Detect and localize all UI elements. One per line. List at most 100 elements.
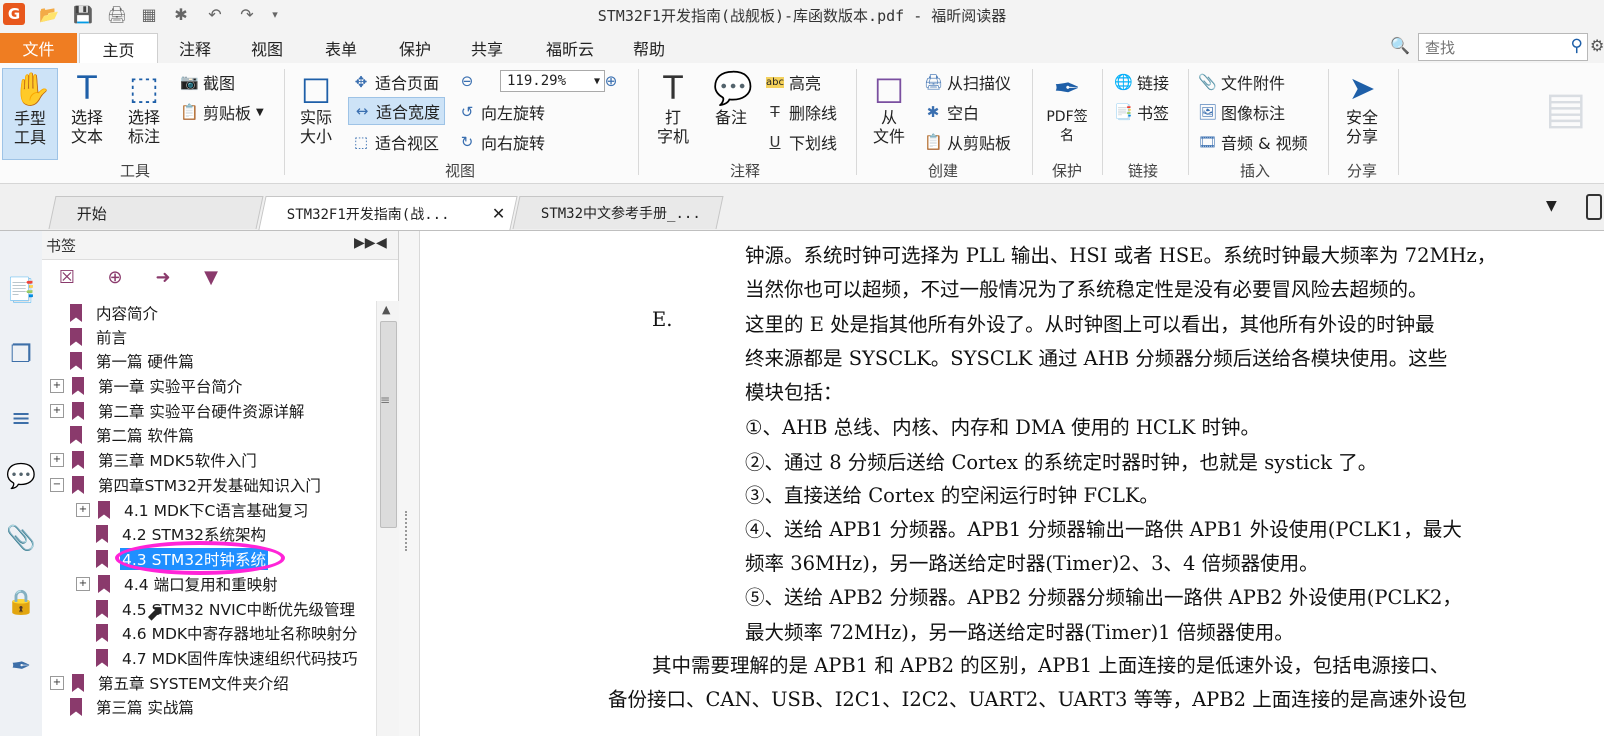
- clipboard-icon: 📋: [924, 133, 943, 151]
- doc-tab-stm32-reference[interactable]: STM32中文参考手册_...: [512, 196, 724, 229]
- rotate-left-button[interactable]: ↺ 向左旋转: [458, 99, 545, 125]
- tab-form[interactable]: 表单: [306, 34, 376, 62]
- bookmark-item[interactable]: 内容简介: [70, 301, 160, 325]
- delete-bookmark-icon[interactable]: ☒: [56, 267, 78, 293]
- doc-tab-start[interactable]: 开始: [48, 196, 264, 229]
- expand-icon[interactable]: +: [76, 577, 90, 591]
- fit-width-icon: ↔: [355, 102, 369, 120]
- security-lock-icon[interactable]: 🔒: [6, 587, 36, 617]
- blank-page-button[interactable]: ✱ 空白: [924, 99, 979, 125]
- collapse-icon[interactable]: −: [50, 478, 64, 492]
- tab-foxit-cloud[interactable]: 福昕云: [530, 34, 610, 62]
- tab-view[interactable]: 视图: [232, 34, 302, 62]
- folder-search-icon[interactable]: 🔍: [1390, 36, 1410, 55]
- add-child-bookmark-icon[interactable]: ➜: [152, 267, 174, 293]
- expand-icon[interactable]: +: [76, 503, 90, 517]
- tab-home[interactable]: 主页: [79, 33, 158, 64]
- bookmark-flag-icon: [96, 525, 108, 543]
- collapse-panel-icon[interactable]: ◀: [376, 235, 387, 251]
- select-text-button[interactable]: T 选择 文本: [62, 68, 112, 146]
- bookmark-item[interactable]: 4.5 STM32 NVIC中断优先级管理: [96, 597, 357, 621]
- bookmark-item[interactable]: +4.4 端口复用和重映射: [76, 572, 280, 596]
- zoom-level-select[interactable]: 119.29% ▼: [500, 70, 605, 92]
- bookmark-item[interactable]: +4.1 MDK下C语言基础复习: [76, 498, 310, 522]
- search-input[interactable]: [1423, 36, 1557, 60]
- rotate-right-button[interactable]: ↻ 向右旋转: [458, 129, 545, 155]
- clipboard-icon: 📋: [180, 103, 199, 121]
- from-clipboard-button[interactable]: 📋 从剪贴板: [924, 129, 1011, 155]
- from-scanner-button[interactable]: 🖨 从扫描仪: [924, 69, 1011, 95]
- bookmark-item[interactable]: 前言: [70, 325, 129, 349]
- comments-panel-icon[interactable]: 💬: [6, 461, 36, 491]
- note-button[interactable]: 💬 备注: [706, 68, 756, 127]
- expand-icon[interactable]: +: [50, 379, 64, 393]
- snapshot-button[interactable]: 📷 截图: [180, 69, 235, 95]
- bookmark-scrollbar[interactable]: ▲ ≡: [376, 301, 399, 736]
- typewriter-button[interactable]: T 打 字机: [646, 68, 700, 146]
- create-from-file-button[interactable]: □ 从 文件: [864, 68, 914, 146]
- add-bookmark-icon[interactable]: ⊕: [104, 267, 126, 293]
- bookmark-item[interactable]: + 第三章 MDK5软件入门: [50, 448, 259, 472]
- secure-share-button[interactable]: ➤ 安全 分享: [1336, 68, 1388, 146]
- panel-splitter[interactable]: [399, 231, 420, 736]
- audio-video-button[interactable]: 🎞 音频 & 视频: [1198, 129, 1308, 155]
- bookmark-item[interactable]: 4.7 MDK固件库快速组织代码技巧: [96, 646, 360, 670]
- fit-visible-button[interactable]: ⬚ 适合视区: [352, 129, 439, 155]
- expand-icon[interactable]: +: [50, 453, 64, 467]
- expand-icon[interactable]: +: [50, 404, 64, 418]
- group-divider: [638, 69, 639, 175]
- layers-panel-icon[interactable]: ≡: [6, 403, 36, 433]
- scroll-up-icon[interactable]: ▲: [382, 303, 390, 316]
- tab-list-dropdown-icon[interactable]: ▼: [1546, 198, 1557, 214]
- doc-tab-stm32f1-guide[interactable]: STM32F1开发指南(战... ✕: [258, 196, 518, 230]
- tab-help[interactable]: 帮助: [614, 34, 684, 62]
- tab-comment[interactable]: 注释: [160, 34, 230, 62]
- pdf-sign-button[interactable]: ✒ PDF签 名: [1040, 68, 1094, 146]
- tab-share[interactable]: 共享: [452, 34, 522, 62]
- bookmark-options-icon[interactable]: ▼: [200, 267, 222, 293]
- bookmark-item[interactable]: − 第四章STM32开发基础知识入门: [50, 473, 323, 497]
- tab-protect[interactable]: 保护: [380, 34, 450, 62]
- hand-tool-button[interactable]: ✋ 手型 工具: [2, 68, 58, 160]
- bookmark-panel-icon[interactable]: 📑: [6, 275, 36, 305]
- image-annotation-button[interactable]: 🖼 图像标注: [1198, 99, 1285, 125]
- file-attachment-button[interactable]: 📎 文件附件: [1198, 69, 1285, 95]
- clipboard-button[interactable]: 📋 剪贴板 ▼: [180, 99, 264, 125]
- fit-width-button[interactable]: ↔ 适合宽度: [348, 97, 446, 125]
- underline-button[interactable]: U 下划线: [766, 129, 838, 155]
- fit-page-button[interactable]: ✥ 适合页面: [352, 69, 439, 95]
- zoom-in-button[interactable]: ⊕: [602, 68, 625, 94]
- strikeout-button[interactable]: T 删除线: [766, 99, 837, 125]
- actual-size-button[interactable]: □ 实际 大小: [292, 68, 340, 146]
- menu-file[interactable]: 文件: [0, 33, 77, 63]
- bookmark-flag-icon: [70, 698, 82, 716]
- bookmark-item[interactable]: 第二篇 软件篇: [70, 423, 196, 447]
- bookmark-item[interactable]: + 第一章 实验平台简介: [50, 374, 244, 398]
- attachments-panel-icon[interactable]: 📎: [6, 523, 36, 553]
- doc-item-label: E.: [652, 308, 673, 331]
- zoom-in-icon: ⊕: [604, 72, 618, 90]
- pages-panel-icon[interactable]: ❐: [6, 339, 36, 369]
- scroll-thumb[interactable]: [380, 321, 397, 528]
- document-page[interactable]: 钟源。系统时钟可选择为 PLL 输出、HSI 或者 HSE。系统时钟最大频率为 …: [420, 231, 1604, 736]
- gear-icon[interactable]: ⚙: [1590, 36, 1604, 55]
- select-annotation-button[interactable]: ⬚ 选择 标注: [118, 68, 170, 146]
- bookmark-item[interactable]: 4.6 MDK中寄存器地址名称映射分: [96, 621, 360, 645]
- search-icon[interactable]: ⚲: [1571, 36, 1583, 56]
- bookmark-button[interactable]: 📑 书签: [1114, 99, 1169, 125]
- bookmark-item[interactable]: + 第五章 SYSTEM文件夹介绍: [50, 671, 291, 695]
- signature-panel-icon[interactable]: ✒: [6, 651, 36, 681]
- search-box[interactable]: ⚲: [1418, 33, 1588, 61]
- close-icon[interactable]: ✕: [491, 204, 504, 223]
- image-icon: 🖼: [1198, 103, 1218, 121]
- link-button[interactable]: 🌐 链接: [1114, 69, 1169, 95]
- bookmark-item[interactable]: 第一篇 硬件篇: [70, 349, 196, 373]
- bookmark-item[interactable]: 第三篇 实战篇: [70, 695, 196, 719]
- device-icon[interactable]: [1586, 194, 1602, 220]
- bookmark-flag-icon: [70, 328, 82, 346]
- expand-panel-icon[interactable]: ▶▶: [354, 235, 376, 251]
- expand-icon[interactable]: +: [50, 676, 64, 690]
- zoom-out-button[interactable]: ⊖: [458, 68, 481, 94]
- bookmark-item[interactable]: + 第二章 实验平台硬件资源详解: [50, 399, 306, 423]
- highlight-button[interactable]: abc 高亮: [766, 69, 821, 95]
